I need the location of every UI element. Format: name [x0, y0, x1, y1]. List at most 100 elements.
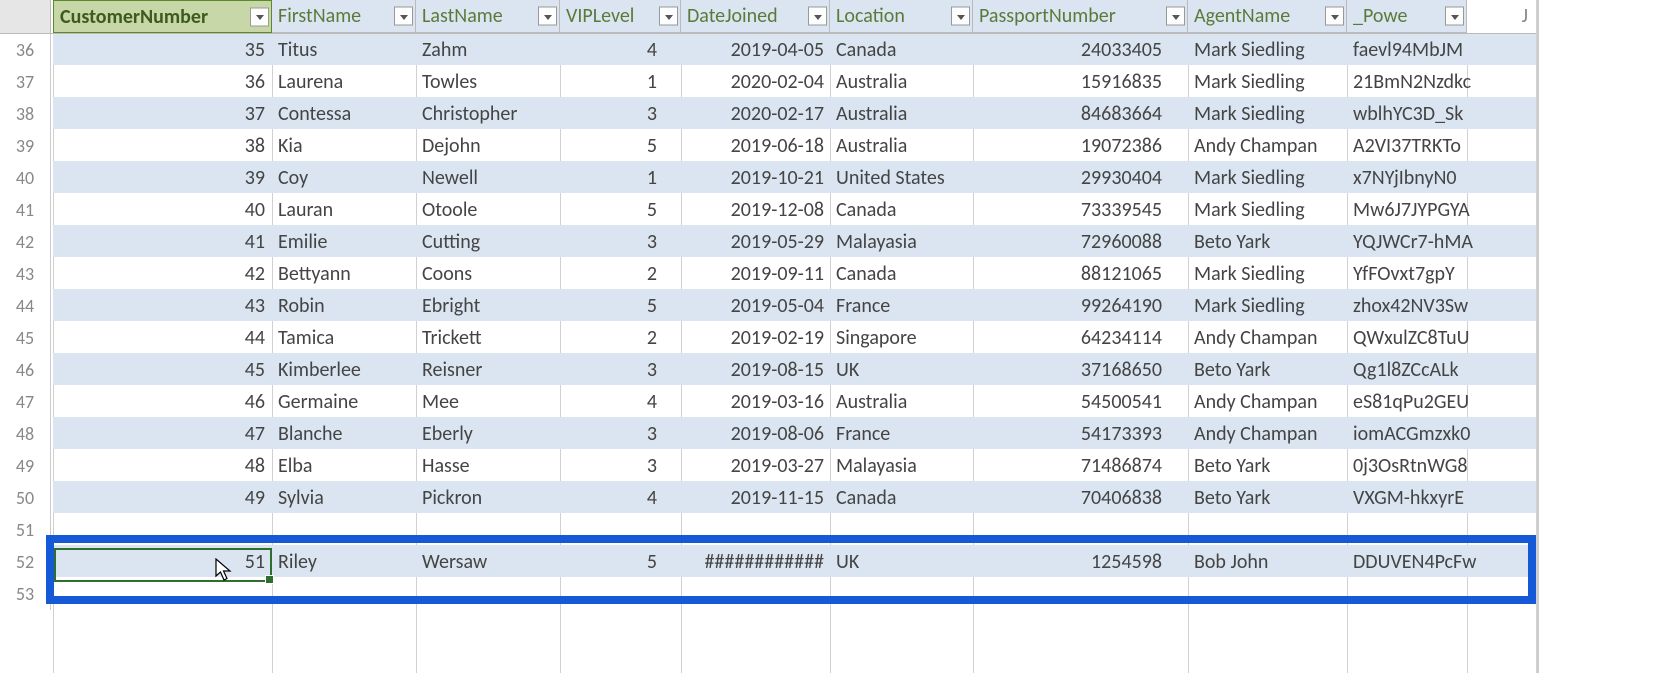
cell-firstname[interactable]: Robin	[272, 290, 416, 322]
cell-customernumber[interactable]: 36	[53, 66, 271, 98]
cell-location[interactable]: Canada	[830, 482, 973, 514]
cell-datejoined[interactable]: 2019-11-15	[681, 482, 830, 514]
cell-customernumber[interactable]: 38	[53, 130, 271, 162]
cell-location[interactable]: Australia	[830, 130, 973, 162]
table-row[interactable]: 4847BlancheEberly32019-08-06France541733…	[0, 418, 1536, 450]
cell-passportnumber[interactable]: 73339545	[973, 194, 1188, 226]
cell-viplevel[interactable]: 4	[560, 482, 681, 514]
row-number[interactable]: 45	[0, 322, 51, 354]
cell-viplevel[interactable]: 3	[560, 98, 681, 130]
cell-lastname[interactable]: Towles	[416, 66, 560, 98]
table-row[interactable]: 3635TitusZahm42019-04-05Canada24033405Ma…	[0, 34, 1536, 66]
cell-passportnumber[interactable]: 88121065	[973, 258, 1188, 290]
cell-lastname[interactable]: Wersaw	[416, 546, 560, 578]
filter-icon[interactable]	[1325, 7, 1344, 26]
cell-power[interactable]: x7NYjIbnyN0	[1347, 162, 1536, 194]
filter-icon[interactable]	[394, 7, 413, 26]
table-row[interactable]: 5049SylviaPickron42019-11-15Canada704068…	[0, 482, 1536, 514]
cell-viplevel[interactable]: 3	[560, 226, 681, 258]
filter-icon[interactable]	[1445, 7, 1464, 26]
cell-power[interactable]: VXGM-hkxyrE	[1347, 482, 1536, 514]
cell-customernumber[interactable]: 49	[53, 482, 271, 514]
cell-passportnumber[interactable]: 72960088	[973, 226, 1188, 258]
cell-location[interactable]: France	[830, 290, 973, 322]
cell-firstname[interactable]: Tamica	[272, 322, 416, 354]
row-number[interactable]: 49	[0, 450, 51, 482]
cell-location[interactable]: Singapore	[830, 322, 973, 354]
table-row[interactable]: 4645KimberleeReisner32019-08-15UK3716865…	[0, 354, 1536, 386]
row-number[interactable]: 53	[0, 578, 51, 610]
cell-agentname[interactable]: Mark Siedling	[1188, 98, 1347, 130]
table-row[interactable]: 3837ContessaChristopher32020-02-17Austra…	[0, 98, 1536, 130]
cell-location[interactable]: UK	[830, 546, 973, 578]
cell-customernumber[interactable]: 42	[53, 258, 271, 290]
table-row[interactable]: 4746GermaineMee42019-03-16Australia54500…	[0, 386, 1536, 418]
cell-customernumber[interactable]: 44	[53, 322, 271, 354]
table-row[interactable]: 52 51 Riley Wersaw 5 ############ UK 125…	[0, 546, 1536, 578]
cell-lastname[interactable]: Eberly	[416, 418, 560, 450]
cell-power[interactable]: QWxulZC8TuU	[1347, 322, 1536, 354]
cell-lastname[interactable]: Hasse	[416, 450, 560, 482]
cell-customernumber[interactable]: 35	[53, 34, 271, 66]
cell-power[interactable]: Mw6J7JYPGYA	[1347, 194, 1536, 226]
cell-agentname[interactable]: Bob John	[1188, 546, 1347, 578]
cell-viplevel[interactable]: 5	[560, 290, 681, 322]
cell-power[interactable]: YQJWCr7-hMA	[1347, 226, 1536, 258]
cell-viplevel[interactable]: 3	[560, 354, 681, 386]
table-row[interactable]: 3736LaurenaTowles12020-02-04Australia159…	[0, 66, 1536, 98]
cell-agentname[interactable]: Beto Yark	[1188, 482, 1347, 514]
cell-viplevel[interactable]: 4	[560, 34, 681, 66]
cell-agentname[interactable]: Mark Siedling	[1188, 66, 1347, 98]
cell-viplevel[interactable]: 5	[560, 194, 681, 226]
cell-viplevel[interactable]: 1	[560, 162, 681, 194]
cell-power[interactable]: YfFOvxt7gpY	[1347, 258, 1536, 290]
cell-firstname[interactable]: Kimberlee	[272, 354, 416, 386]
cell-passportnumber[interactable]: 70406838	[973, 482, 1188, 514]
cell-datejoined[interactable]: 2020-02-04	[681, 66, 830, 98]
cell-datejoined[interactable]: 2019-02-19	[681, 322, 830, 354]
cell-customernumber[interactable]: 40	[53, 194, 271, 226]
filter-icon[interactable]	[659, 7, 678, 26]
cell-firstname[interactable]: Lauran	[272, 194, 416, 226]
row-number[interactable]: 43	[0, 258, 51, 290]
col-header-lastname[interactable]: LastName	[416, 0, 560, 33]
cell-passportnumber[interactable]: 64234114	[973, 322, 1188, 354]
table-row[interactable]: 4948ElbaHasse32019-03-27Malayasia7148687…	[0, 450, 1536, 482]
cell-power[interactable]: eS81qPu2GEU	[1347, 386, 1536, 418]
col-header-power[interactable]: _Powe	[1347, 0, 1467, 33]
table-row[interactable]: 4039CoyNewell12019-10-21United States299…	[0, 162, 1536, 194]
row-number[interactable]: 42	[0, 226, 51, 258]
cell-agentname[interactable]: Mark Siedling	[1188, 34, 1347, 66]
cell-customernumber[interactable]: 41	[53, 226, 271, 258]
cell-location[interactable]: Canada	[830, 34, 973, 66]
col-header-datejoined[interactable]: DateJoined	[681, 0, 830, 33]
cell-agentname[interactable]: Mark Siedling	[1188, 290, 1347, 322]
filter-icon[interactable]	[951, 7, 970, 26]
cell-lastname[interactable]: Pickron	[416, 482, 560, 514]
cell-firstname[interactable]: Riley	[272, 546, 416, 578]
cell-firstname[interactable]: Contessa	[272, 98, 416, 130]
cell-datejoined[interactable]: 2020-02-17	[681, 98, 830, 130]
cell-agentname[interactable]: Mark Siedling	[1188, 258, 1347, 290]
row-number[interactable]: 50	[0, 482, 51, 514]
cell-lastname[interactable]: Mee	[416, 386, 560, 418]
row-number[interactable]: 41	[0, 194, 51, 226]
cell-lastname[interactable]: Christopher	[416, 98, 560, 130]
cell-lastname[interactable]: Otoole	[416, 194, 560, 226]
cell-location[interactable]: Australia	[830, 386, 973, 418]
cell-datejoined[interactable]: 2019-05-04	[681, 290, 830, 322]
table-row[interactable]: 51	[0, 514, 1536, 546]
cell-datejoined[interactable]: ############	[681, 546, 830, 578]
cell-datejoined[interactable]: 2019-08-06	[681, 418, 830, 450]
cell-firstname[interactable]: Sylvia	[272, 482, 416, 514]
table-row[interactable]: 4544TamicaTrickett22019-02-19Singapore64…	[0, 322, 1536, 354]
col-header-passportnumber[interactable]: PassportNumber	[973, 0, 1188, 33]
row-number[interactable]: 52	[0, 546, 51, 578]
cell-power[interactable]: DDUVEN4PcFw	[1347, 546, 1536, 578]
table-row[interactable]: 53	[0, 578, 1536, 610]
cell-agentname[interactable]: Andy Champan	[1188, 418, 1347, 450]
cell-power[interactable]: wblhYC3D_Sk	[1347, 98, 1536, 130]
cell-viplevel[interactable]: 5	[560, 130, 681, 162]
cell-viplevel[interactable]: 3	[560, 418, 681, 450]
cell-passportnumber[interactable]: 19072386	[973, 130, 1188, 162]
